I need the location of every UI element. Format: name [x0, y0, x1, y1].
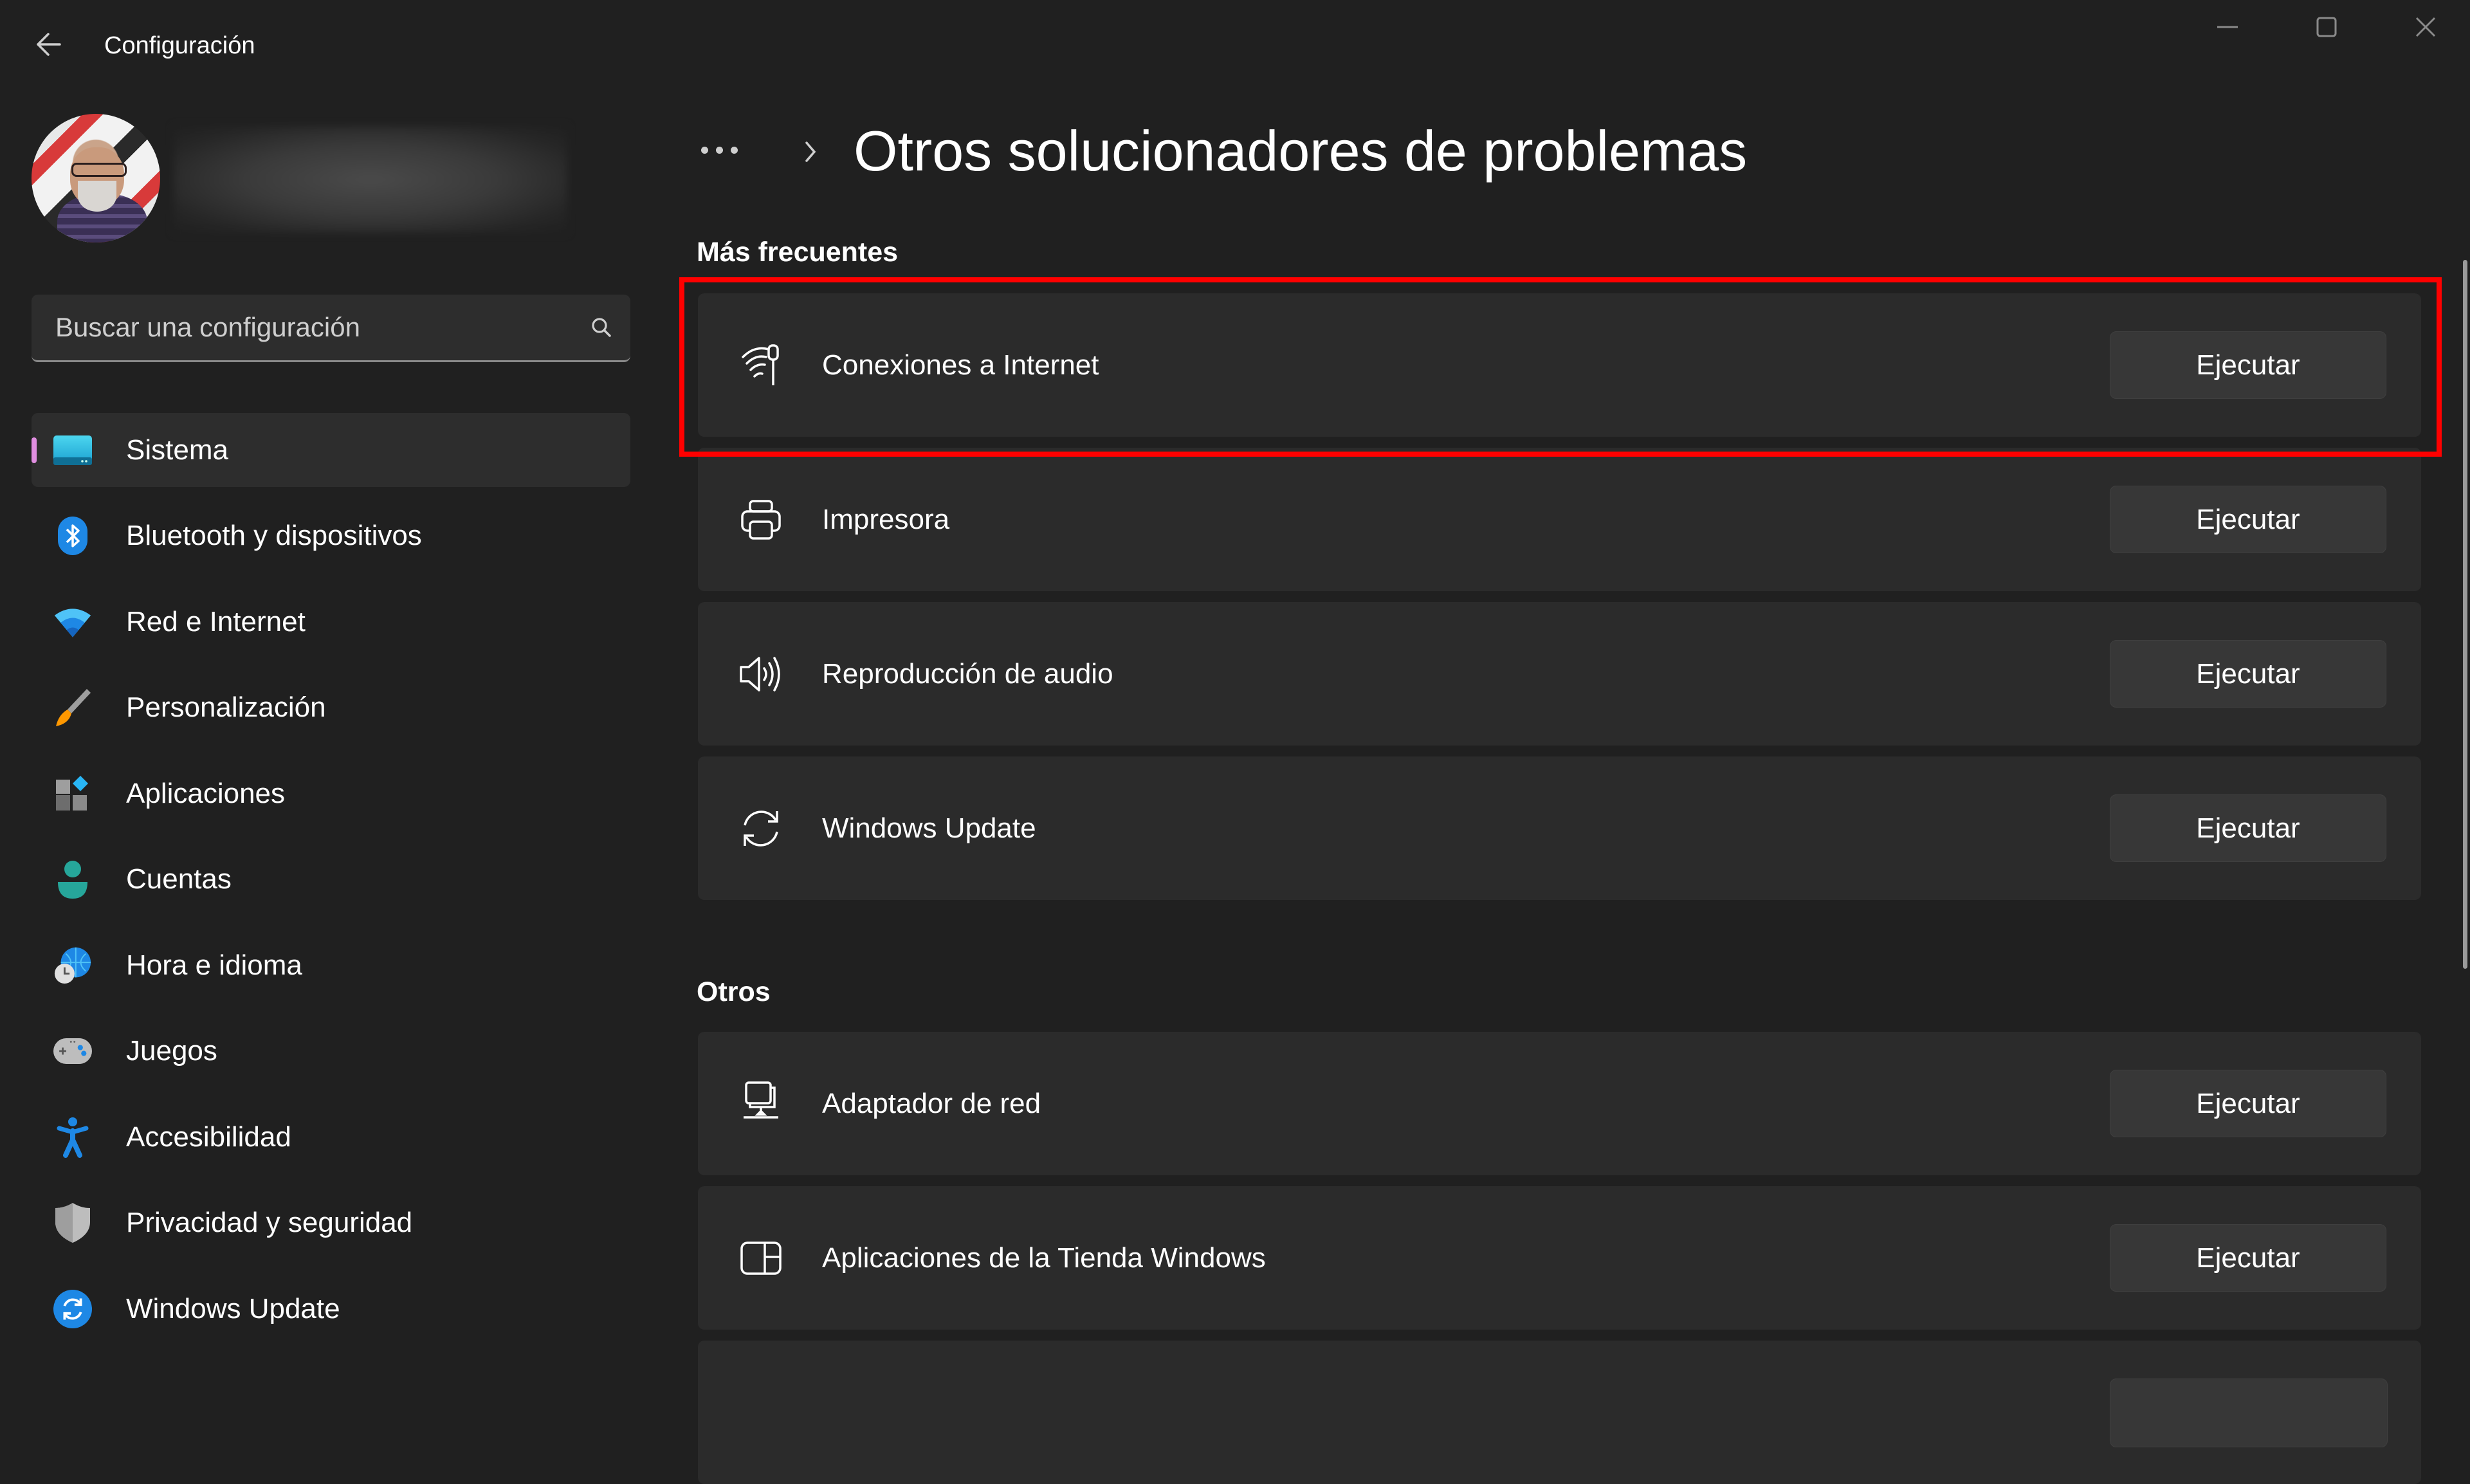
sync-icon: [53, 1289, 92, 1328]
sidebar-item-label: Juegos: [126, 1035, 217, 1067]
minimize-icon: [2217, 26, 2238, 28]
chevron-right-icon: [798, 133, 823, 171]
close-button[interactable]: [2387, 8, 2464, 46]
search-icon[interactable]: [572, 315, 630, 340]
search-input[interactable]: [32, 311, 572, 344]
scrollbar[interactable]: [2463, 260, 2467, 969]
sidebar-nav: Sistema Bluetooth y dispositivos Red e I…: [32, 413, 630, 1358]
printer-icon: [736, 495, 785, 544]
run-button-tienda-windows[interactable]: Ejecutar: [2110, 1224, 2386, 1292]
avatar[interactable]: [32, 114, 160, 243]
back-button[interactable]: [26, 23, 71, 66]
sidebar-item-cuentas[interactable]: Cuentas: [32, 843, 630, 917]
sidebar-item-red-internet[interactable]: Red e Internet: [32, 585, 630, 659]
run-button-internet[interactable]: Ejecutar: [2110, 331, 2386, 399]
row-label: Windows Update: [822, 812, 1036, 844]
sidebar-item-accesibilidad[interactable]: Accesibilidad: [32, 1100, 630, 1174]
accessibility-icon: [53, 1117, 92, 1158]
page-title: Otros solucionadores de problemas: [854, 119, 1748, 183]
minimize-button[interactable]: [2189, 8, 2266, 46]
wifi-icon: [53, 603, 92, 641]
maximize-icon: [2316, 17, 2337, 37]
section-title-frecuentes: Más frecuentes: [697, 237, 899, 268]
dot-icon: [731, 146, 738, 154]
section-title-otros: Otros: [697, 976, 771, 1007]
app-title: Configuración: [104, 32, 255, 59]
close-icon: [2415, 17, 2436, 37]
bluetooth-icon: [53, 517, 92, 555]
store-apps-icon: [736, 1234, 785, 1282]
row-label: Impresora: [822, 503, 950, 535]
monitor-icon: [53, 431, 92, 470]
apps-icon: [53, 774, 92, 813]
row-label: Reproducción de audio: [822, 657, 1113, 690]
gamepad-icon: [53, 1032, 92, 1070]
person-icon: [53, 860, 92, 899]
sidebar-item-aplicaciones[interactable]: Aplicaciones: [32, 756, 630, 830]
sidebar-item-label: Red e Internet: [126, 605, 306, 637]
globe-clock-icon: [53, 946, 92, 985]
row-label: Adaptador de red: [822, 1087, 1041, 1119]
sidebar-item-windows-update[interactable]: Windows Update: [32, 1272, 630, 1346]
run-button-adaptador-red[interactable]: Ejecutar: [2110, 1070, 2386, 1137]
speaker-icon: [736, 650, 785, 698]
run-button-impresora[interactable]: Ejecutar: [2110, 486, 2386, 553]
row-label: Aplicaciones de la Tienda Windows: [822, 1241, 1266, 1274]
sync-icon: [736, 804, 785, 852]
maximize-button[interactable]: [2288, 8, 2365, 46]
wifi-signal-icon: [736, 341, 785, 389]
sidebar-item-label: Aplicaciones: [126, 777, 286, 809]
sidebar-item-label: Bluetooth y dispositivos: [126, 520, 422, 551]
breadcrumb-more-button[interactable]: [701, 134, 759, 166]
run-button-audio[interactable]: Ejecutar: [2110, 640, 2386, 708]
troubleshooter-row-adaptador-red: Adaptador de red Ejecutar: [698, 1032, 2421, 1175]
selection-indicator: [32, 437, 37, 463]
shield-icon: [53, 1203, 92, 1243]
sidebar-item-hora-idioma[interactable]: Hora e idioma: [32, 928, 630, 1002]
sidebar-item-label: Cuentas: [126, 863, 232, 895]
troubleshooter-row-impresora: Impresora Ejecutar: [698, 448, 2421, 591]
paintbrush-icon: [53, 688, 92, 727]
back-arrow-icon: [37, 33, 61, 56]
troubleshooter-row-windows-update: Windows Update Ejecutar: [698, 756, 2421, 900]
profile-name-redacted: [174, 126, 567, 233]
search-box[interactable]: [32, 295, 630, 362]
troubleshooter-row-partial: [698, 1341, 2421, 1484]
sidebar-item-label: Privacidad y seguridad: [126, 1207, 413, 1238]
dot-icon: [716, 146, 723, 154]
run-button-windows-update[interactable]: Ejecutar: [2110, 794, 2386, 862]
row-label: Conexiones a Internet: [822, 349, 1099, 381]
dot-icon: [701, 146, 708, 154]
sidebar-item-bluetooth[interactable]: Bluetooth y dispositivos: [32, 499, 630, 573]
sidebar-item-label: Personalización: [126, 692, 326, 723]
sidebar-item-label: Sistema: [126, 434, 228, 466]
sidebar-item-personalizacion[interactable]: Personalización: [32, 671, 630, 745]
sidebar-item-privacidad[interactable]: Privacidad y seguridad: [32, 1186, 630, 1260]
network-adapter-icon: [736, 1079, 785, 1128]
sidebar-item-label: Hora e idioma: [126, 949, 302, 981]
sidebar-item-juegos[interactable]: Juegos: [32, 1014, 630, 1088]
run-button-partial[interactable]: [2110, 1379, 2388, 1447]
sidebar-item-label: Windows Update: [126, 1292, 340, 1324]
sidebar-item-sistema[interactable]: Sistema: [32, 413, 630, 487]
sidebar-item-label: Accesibilidad: [126, 1121, 291, 1153]
troubleshooter-row-audio: Reproducción de audio Ejecutar: [698, 602, 2421, 746]
troubleshooter-row-internet: Conexiones a Internet Ejecutar: [698, 293, 2421, 437]
troubleshooter-row-tienda-windows: Aplicaciones de la Tienda Windows Ejecut…: [698, 1186, 2421, 1330]
